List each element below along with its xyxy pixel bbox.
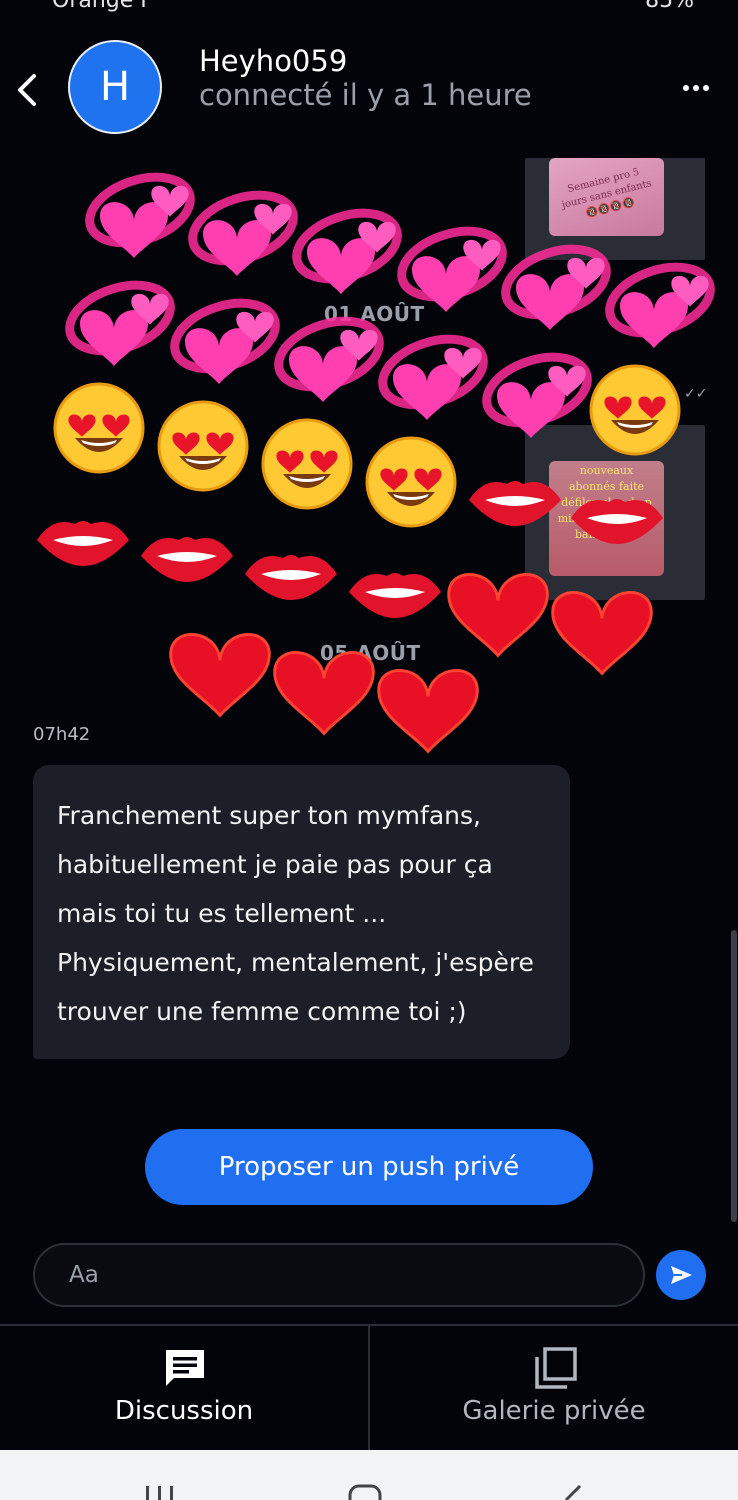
status-bar: Orange F 85% bbox=[0, 0, 738, 14]
message-line: habituellement je paie pas pour ça bbox=[57, 850, 493, 879]
revolving-hearts-emoji bbox=[393, 219, 510, 312]
read-receipt-icon: ✓✓ bbox=[684, 386, 708, 402]
media-image: nouveaux abonnés faite défiler plus de p… bbox=[549, 461, 664, 576]
status-battery: 85% bbox=[645, 0, 694, 13]
message-line: mais toi tu es tellement ... bbox=[57, 899, 387, 928]
day-separator: 05 AOÛT bbox=[320, 641, 421, 665]
heart-eyes-emoji bbox=[367, 438, 455, 526]
send-button[interactable] bbox=[656, 1250, 706, 1300]
contact-name: Heyho059 bbox=[199, 44, 348, 78]
message-input[interactable] bbox=[33, 1243, 645, 1307]
propose-private-push-button[interactable]: Proposer un push privé bbox=[145, 1129, 593, 1205]
message-line: Franchement super ton mymfans, bbox=[57, 801, 481, 830]
more-options-button[interactable] bbox=[680, 76, 712, 100]
media-thumbnail[interactable]: Semaine pro 5 jours sans enfants 🔞🔞🔞🔞 bbox=[525, 158, 705, 260]
bottom-tab-bar: Discussion Galerie privée bbox=[0, 1324, 738, 1450]
tab-private-gallery[interactable]: Galerie privée bbox=[370, 1326, 738, 1450]
revolving-hearts-emoji bbox=[288, 201, 405, 294]
red-heart-emoji bbox=[379, 670, 478, 751]
more-horizontal-icon bbox=[683, 85, 709, 91]
heart-eyes-emoji bbox=[159, 402, 247, 490]
revolving-hearts-emoji bbox=[166, 291, 283, 384]
scrollbar-thumb[interactable] bbox=[731, 930, 737, 1222]
chat-icon bbox=[166, 1350, 204, 1386]
media-caption: Semaine pro 5 jours sans enfants 🔞🔞🔞🔞 bbox=[560, 166, 653, 220]
revolving-hearts-emoji bbox=[61, 273, 178, 366]
heart-eyes-emoji bbox=[263, 420, 351, 508]
heart-eyes-emoji bbox=[55, 384, 143, 472]
revolving-hearts-emoji bbox=[81, 165, 198, 258]
lips-emoji bbox=[141, 537, 233, 582]
send-icon bbox=[671, 1266, 692, 1284]
red-heart-emoji bbox=[553, 592, 652, 673]
lips-emoji bbox=[37, 521, 129, 566]
revolving-hearts-emoji bbox=[184, 183, 301, 276]
gallery-icon bbox=[535, 1347, 577, 1389]
revolving-hearts-emoji bbox=[374, 327, 491, 420]
day-separator: 01 AOÛT bbox=[324, 302, 425, 326]
message-bubble[interactable]: Franchement super ton mymfans, habituell… bbox=[33, 765, 570, 1059]
back-button[interactable] bbox=[12, 70, 44, 110]
media-thumbnail[interactable]: nouveaux abonnés faite défiler plus de p… bbox=[525, 425, 705, 600]
message-line: trouver une femme comme toi ;) bbox=[57, 997, 467, 1026]
recent-apps-icon[interactable] bbox=[140, 1484, 180, 1500]
tab-label: Discussion bbox=[114, 1396, 254, 1426]
lips-emoji bbox=[245, 555, 337, 600]
avatar[interactable]: H bbox=[68, 40, 162, 134]
status-carrier: Orange F bbox=[52, 0, 153, 13]
contact-status: connecté il y a 1 heure bbox=[199, 78, 532, 112]
media-caption: nouveaux abonnés faite défiler plus de p… bbox=[557, 464, 656, 541]
lips-emoji bbox=[349, 573, 441, 618]
revolving-hearts-emoji bbox=[601, 255, 718, 348]
system-navigation-bar bbox=[0, 1450, 738, 1500]
message-line: Physiquement, mentalement, j'espère bbox=[57, 948, 534, 977]
message-timestamp: 07h42 bbox=[33, 724, 91, 745]
chevron-left-icon bbox=[18, 74, 36, 106]
red-heart-emoji bbox=[171, 634, 270, 715]
back-nav-icon[interactable] bbox=[556, 1484, 586, 1500]
media-image: Semaine pro 5 jours sans enfants 🔞🔞🔞🔞 bbox=[549, 158, 664, 236]
home-icon[interactable] bbox=[346, 1484, 386, 1500]
tab-discussion[interactable]: Discussion bbox=[0, 1326, 368, 1450]
tab-label: Galerie privée bbox=[462, 1396, 646, 1426]
